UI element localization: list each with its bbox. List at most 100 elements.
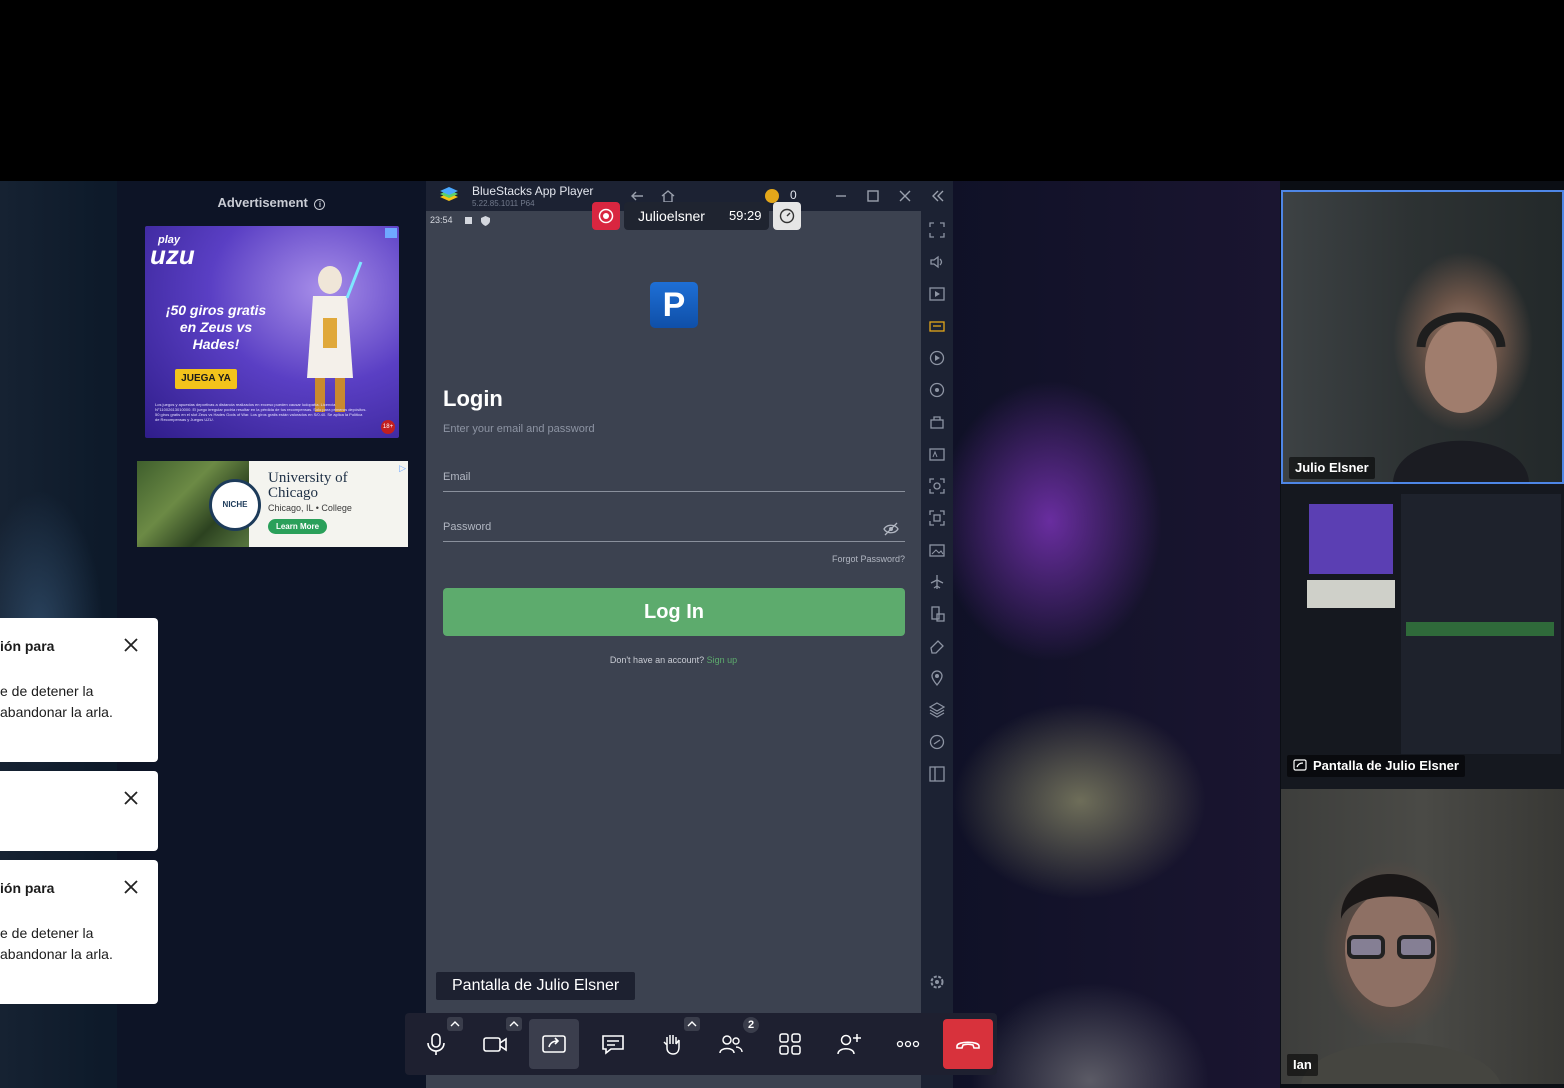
participant-silhouette — [1301, 874, 1501, 1084]
notification-toast: ión para e de detener la abandonar la ar… — [0, 860, 158, 1004]
microphone-options-button[interactable] — [447, 1017, 463, 1031]
sidebar-panel-icon[interactable] — [929, 766, 945, 782]
airplane-icon[interactable] — [929, 574, 945, 590]
rotate-icon[interactable] — [929, 382, 945, 398]
apps-button[interactable] — [765, 1019, 815, 1069]
keyboard-icon[interactable] — [929, 318, 945, 334]
share-screen-button[interactable] — [529, 1019, 579, 1069]
thumbnail-ad — [1307, 580, 1395, 608]
toast-title: ión para — [0, 638, 55, 654]
more-icon — [896, 1040, 920, 1048]
uchicago-location: Chicago, IL • College — [268, 503, 352, 513]
participant-video-julio[interactable]: Julio Elsner — [1281, 190, 1564, 484]
macro-icon[interactable] — [929, 350, 945, 366]
instance-icon[interactable] — [929, 414, 945, 430]
collapse-sidebar-icon[interactable] — [930, 188, 946, 204]
login-button[interactable]: Log In — [443, 588, 905, 636]
adchoices-icon[interactable]: ▷ — [399, 463, 406, 474]
forgot-password-link[interactable]: Forgot Password? — [832, 554, 905, 564]
uzu-promo-text: ¡50 giros gratis en Zeus vs Hades! — [165, 302, 267, 352]
info-icon[interactable]: i — [314, 199, 326, 210]
record-button[interactable] — [592, 202, 620, 230]
login-heading: Login — [443, 386, 503, 411]
location-icon[interactable] — [929, 670, 945, 686]
ad-label: Advertisement i — [117, 195, 426, 210]
eye-off-icon[interactable] — [883, 522, 899, 536]
call-toolbar: 2 — [405, 1013, 997, 1075]
minimize-icon[interactable] — [833, 188, 849, 204]
close-icon[interactable] — [122, 789, 140, 807]
signup-link[interactable]: Sign up — [707, 655, 738, 665]
login-subheading: Enter your email and password — [443, 423, 595, 435]
shield-icon — [481, 216, 490, 226]
screen-share-label: Pantalla de Julio Elsner — [436, 972, 636, 1000]
uzu-ad-banner[interactable]: play uzu ¡50 giros gratis en Zeus vs Hade… — [145, 226, 399, 438]
thumbnail-ad — [1309, 504, 1393, 574]
participants-icon — [719, 1035, 743, 1054]
uchicago-ad-banner[interactable]: NICHE University of Chicago Chicago, IL … — [137, 461, 408, 547]
phone-hangup-icon — [956, 1041, 980, 1049]
screen-share-name-tag: Pantalla de Julio Elsner — [1287, 755, 1465, 777]
chat-icon — [602, 1035, 624, 1055]
password-placeholder: Password — [443, 521, 492, 533]
grid-icon — [779, 1033, 801, 1055]
eco-mode-icon[interactable] — [929, 734, 945, 750]
toast-title: ión para — [0, 880, 55, 896]
share-screen-icon — [1293, 759, 1307, 771]
invite-button[interactable] — [824, 1019, 874, 1069]
adchoices-icon[interactable] — [385, 228, 397, 238]
hang-up-button[interactable] — [943, 1019, 993, 1069]
participant-name: Julio Elsner — [1289, 457, 1375, 479]
apk-icon[interactable] — [929, 446, 945, 462]
gear-icon[interactable] — [929, 974, 945, 990]
email-placeholder: Email — [443, 471, 471, 483]
bluestacks-logo-icon — [440, 187, 458, 201]
notification-toast — [0, 771, 158, 851]
participant-screen-share[interactable]: Pantalla de Julio Elsner — [1281, 484, 1564, 789]
uchicago-name: University of Chicago — [268, 470, 348, 501]
screenshot-icon[interactable] — [929, 478, 945, 494]
device-icon[interactable] — [929, 606, 945, 622]
close-icon[interactable] — [122, 636, 140, 654]
hand-icon — [663, 1035, 680, 1055]
participant-name: Pantalla de Julio Elsner — [1313, 758, 1459, 773]
eraser-icon[interactable] — [929, 638, 945, 654]
toast-body: e de detener la abandonar la arla. — [0, 925, 113, 962]
maximize-icon[interactable] — [865, 188, 881, 204]
close-icon[interactable] — [122, 878, 140, 896]
fullscreen-icon[interactable] — [929, 222, 945, 238]
volume-icon[interactable] — [929, 254, 945, 270]
camera-options-button[interactable] — [506, 1017, 522, 1031]
ad-column: Advertisement i play uzu ¡50 giros gratis… — [117, 181, 426, 1088]
app-logo-icon: P — [650, 282, 698, 328]
participants-count-badge: 2 — [743, 1017, 759, 1033]
share-screen-icon — [542, 1035, 566, 1053]
recording-timer: 59:29 — [718, 202, 770, 230]
media-icon[interactable] — [929, 286, 945, 302]
more-options-button[interactable] — [883, 1019, 933, 1069]
notification-icon — [465, 217, 472, 224]
speedometer-icon[interactable] — [773, 202, 802, 230]
bluestacks-sidebar — [921, 211, 953, 1088]
age-restriction-badge: 18+ — [381, 420, 395, 434]
uzu-cta-button[interactable]: JUEGA YA — [175, 369, 237, 389]
chevron-up-icon — [450, 1021, 460, 1027]
learn-more-button[interactable]: Learn More — [268, 519, 327, 534]
participant-video-ian[interactable]: Ian — [1281, 789, 1564, 1084]
thumbnail-button — [1406, 622, 1554, 636]
chevron-up-icon — [687, 1021, 697, 1027]
chat-button[interactable] — [588, 1019, 638, 1069]
app-version: 5.22.85.1011 P64 — [472, 199, 535, 208]
gallery-icon[interactable] — [929, 542, 945, 558]
meeting-window: Advertisement i play uzu ¡50 giros gratis… — [0, 0, 1564, 1088]
participant-silhouette — [1393, 312, 1529, 482]
email-field[interactable]: Email — [443, 464, 905, 492]
password-field[interactable]: Password — [443, 514, 905, 542]
participant-name: Ian — [1287, 1054, 1318, 1076]
notification-toast: ión para e de detener la abandonar la ar… — [0, 618, 158, 762]
layers-icon[interactable] — [929, 702, 945, 718]
close-icon[interactable] — [897, 188, 913, 204]
recording-username: Julioelsner — [624, 202, 719, 230]
record-screen-icon[interactable] — [929, 510, 945, 526]
reactions-options-button[interactable] — [684, 1017, 700, 1031]
